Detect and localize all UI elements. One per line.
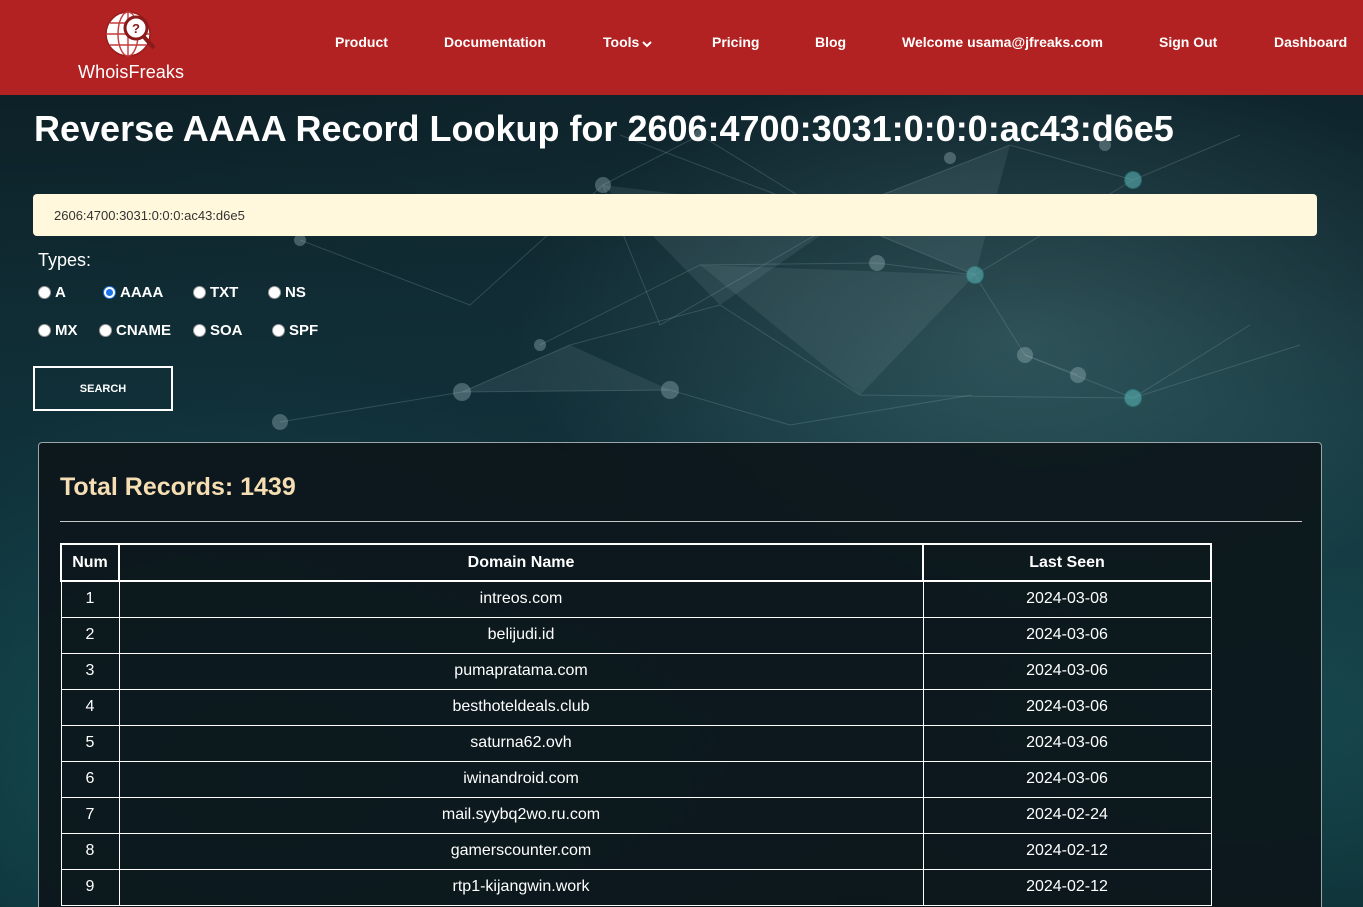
cell-num: 7	[60, 796, 120, 834]
radio-label: AAAA	[120, 284, 164, 301]
radio-type-soa[interactable]: SOA	[193, 322, 243, 339]
cell-domain: mail.syybq2wo.ru.com	[118, 796, 924, 834]
cell-domain: belijudi.id	[118, 616, 924, 654]
globe-magnifier-icon: ?	[105, 11, 156, 57]
radio-label: TXT	[210, 284, 239, 301]
radio-label: MX	[55, 322, 78, 339]
radio-label: NS	[285, 284, 306, 301]
search-input[interactable]	[33, 194, 1317, 236]
nav-documentation[interactable]: Documentation	[444, 34, 546, 50]
cell-last-seen: 2024-02-12	[922, 868, 1212, 906]
cell-last-seen: 2024-03-06	[922, 616, 1212, 654]
table-row: 1 intreos.com 2024-03-08	[60, 580, 1212, 618]
table-header-row: Num Domain Name Last Seen	[60, 543, 1212, 582]
radio-button[interactable]	[193, 286, 206, 299]
nav-dashboard[interactable]: Dashboard	[1274, 34, 1347, 50]
cell-num: 8	[60, 832, 120, 870]
cell-num: 9	[60, 868, 120, 906]
page-title: Reverse AAAA Record Lookup for 2606:4700…	[34, 108, 1174, 149]
top-navbar: ? WhoisFreaks Product Documentation Tool…	[0, 0, 1363, 95]
radio-type-spf[interactable]: SPF	[272, 322, 318, 339]
divider	[60, 521, 1302, 522]
cell-num: 4	[60, 688, 120, 726]
radio-type-mx[interactable]: MX	[38, 322, 78, 339]
radio-button[interactable]	[193, 324, 206, 337]
cell-last-seen: 2024-03-06	[922, 688, 1212, 726]
cell-last-seen: 2024-03-08	[922, 580, 1212, 618]
table-row: 8 gamerscounter.com 2024-02-12	[60, 832, 1212, 870]
cell-last-seen: 2024-03-06	[922, 652, 1212, 690]
radio-button[interactable]	[38, 324, 51, 337]
table-row: 5 saturna62.ovh 2024-03-06	[60, 724, 1212, 762]
column-header-last-seen[interactable]: Last Seen	[922, 543, 1212, 582]
results-panel: Total Records: 1439 Num Domain Name Last…	[38, 442, 1322, 907]
cell-num: 6	[60, 760, 120, 798]
nav-product[interactable]: Product	[335, 34, 388, 50]
cell-domain: pumapratama.com	[118, 652, 924, 690]
svg-text:?: ?	[132, 21, 140, 36]
cell-last-seen: 2024-03-06	[922, 760, 1212, 798]
radio-button[interactable]	[268, 286, 281, 299]
radio-button[interactable]	[99, 324, 112, 337]
total-records: Total Records: 1439	[60, 473, 296, 501]
logo[interactable]: ? WhoisFreaks	[78, 8, 185, 84]
table-row: 3 pumapratama.com 2024-03-06	[60, 652, 1212, 690]
radio-label: A	[55, 284, 66, 301]
table-row: 2 belijudi.id 2024-03-06	[60, 616, 1212, 654]
cell-last-seen: 2024-02-24	[922, 796, 1212, 834]
radio-label: CNAME	[116, 322, 171, 339]
nav-sign-out[interactable]: Sign Out	[1159, 34, 1217, 50]
logo-text: WhoisFreaks	[78, 62, 185, 82]
cell-domain: iwinandroid.com	[118, 760, 924, 798]
search-button[interactable]: SEARCH	[33, 366, 173, 411]
radio-type-cname[interactable]: CNAME	[99, 322, 171, 339]
column-header-num[interactable]: Num	[60, 543, 120, 582]
table-row: 6 iwinandroid.com 2024-03-06	[60, 760, 1212, 798]
radio-button[interactable]	[272, 324, 285, 337]
cell-num: 3	[60, 652, 120, 690]
chevron-down-icon	[642, 41, 653, 48]
table-row: 4 besthoteldeals.club 2024-03-06	[60, 688, 1212, 726]
cell-last-seen: 2024-03-06	[922, 724, 1212, 762]
nav-tools-label: Tools	[603, 34, 640, 50]
radio-button-checked[interactable]	[103, 286, 116, 299]
cell-num: 2	[60, 616, 120, 654]
radio-button[interactable]	[38, 286, 51, 299]
cell-last-seen: 2024-02-12	[922, 832, 1212, 870]
cell-domain: saturna62.ovh	[118, 724, 924, 762]
cell-num: 1	[60, 580, 120, 618]
radio-label: SPF	[289, 322, 319, 339]
nav-tools[interactable]: Tools	[603, 34, 653, 50]
cell-domain: besthoteldeals.club	[118, 688, 924, 726]
cell-domain: gamerscounter.com	[118, 832, 924, 870]
radio-type-ns[interactable]: NS	[268, 284, 306, 301]
nav-pricing[interactable]: Pricing	[712, 34, 759, 50]
table-row: 9 rtp1-kijangwin.work 2024-02-12	[60, 868, 1212, 906]
radio-type-txt[interactable]: TXT	[193, 284, 238, 301]
table-row: 7 mail.syybq2wo.ru.com 2024-02-24	[60, 796, 1212, 834]
results-table: Num Domain Name Last Seen 1 intreos.com 20…	[60, 543, 1212, 906]
nav-blog[interactable]: Blog	[815, 34, 846, 50]
column-header-domain-name[interactable]: Domain Name	[118, 543, 924, 582]
cell-domain: rtp1-kijangwin.work	[118, 868, 924, 906]
radio-type-a[interactable]: A	[38, 284, 66, 301]
radio-label: SOA	[210, 322, 243, 339]
types-label: Types:	[38, 250, 92, 270]
cell-num: 5	[60, 724, 120, 762]
radio-type-aaaa[interactable]: AAAA	[103, 284, 163, 301]
nav-welcome-user[interactable]: Welcome usama@jfreaks.com	[902, 34, 1103, 50]
cell-domain: intreos.com	[118, 580, 924, 618]
